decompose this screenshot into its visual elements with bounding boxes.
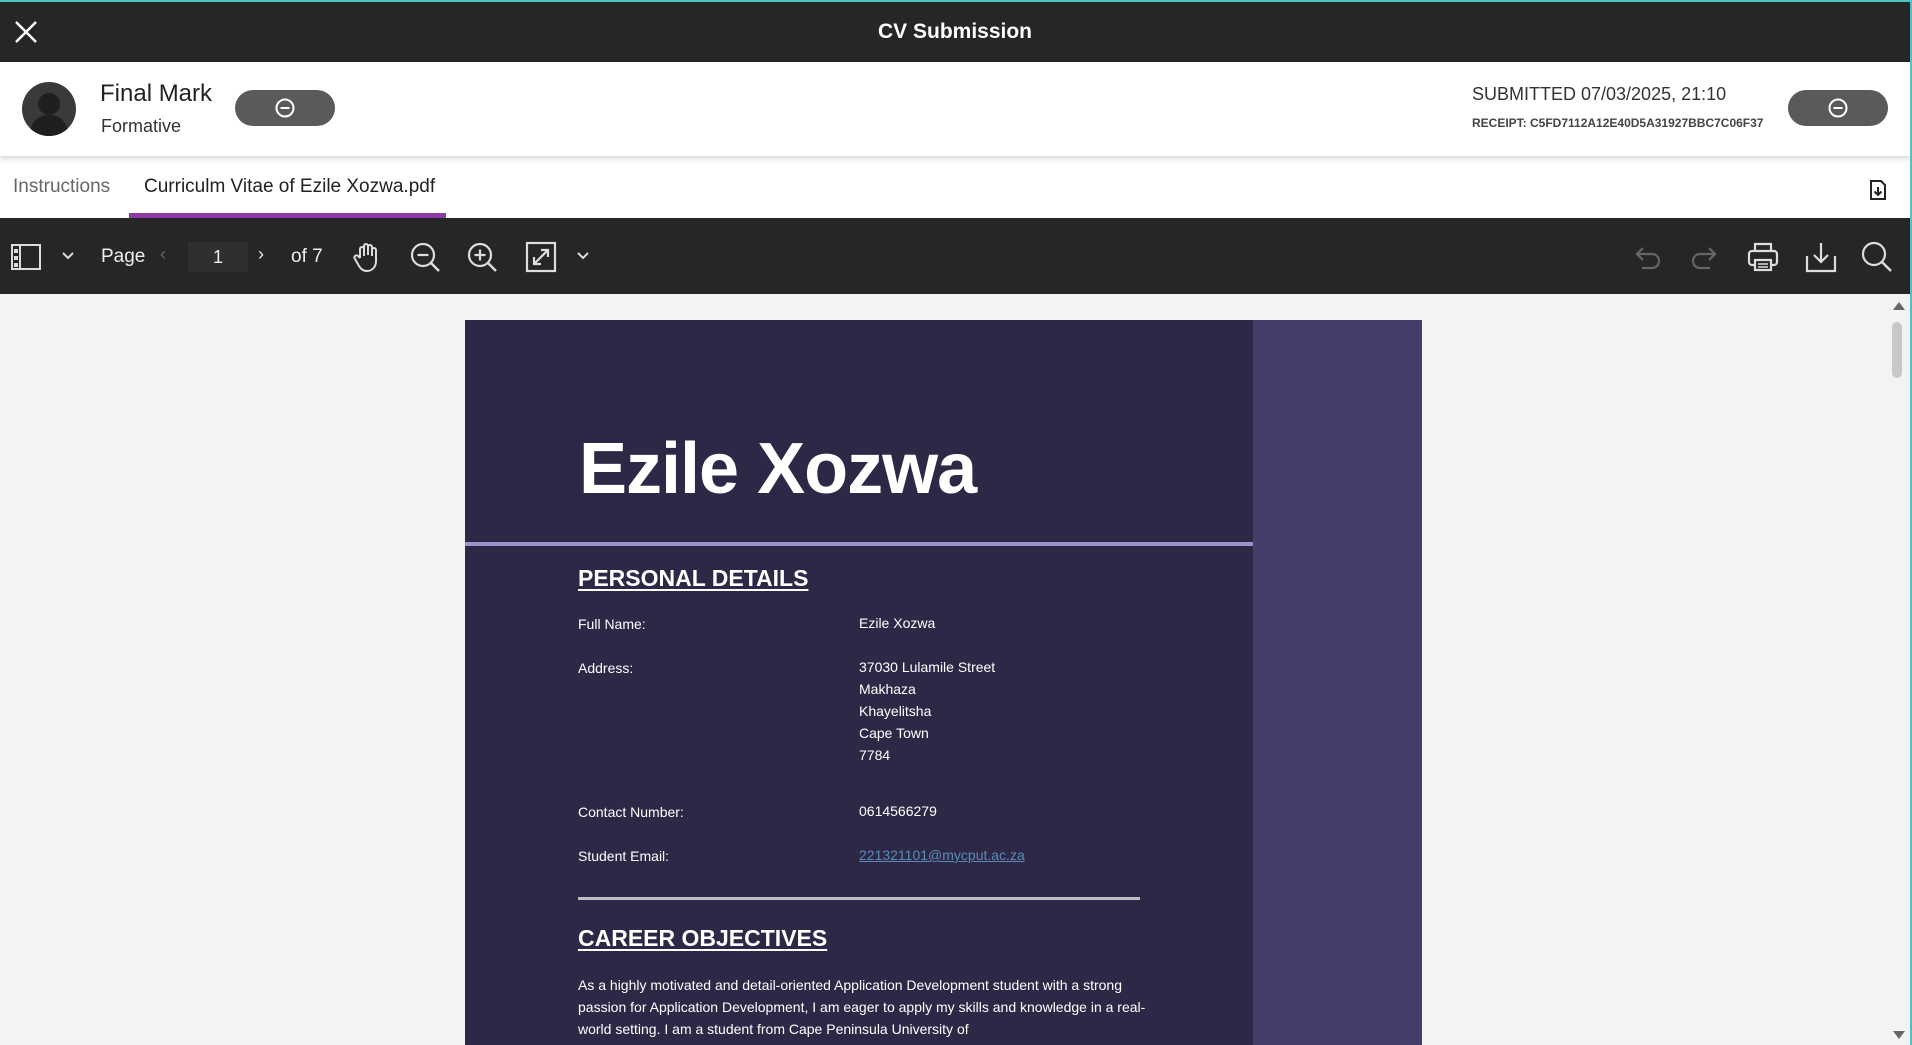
scroll-thumb[interactable]: [1892, 322, 1902, 378]
full-name-value: Ezile Xozwa: [859, 615, 936, 631]
chevron-down-icon[interactable]: [575, 248, 591, 264]
window-title: CV Submission: [877, 20, 1033, 43]
tab-cv-pdf[interactable]: Curriculm Vitae of Ezile Xozwa.pdf: [144, 176, 435, 198]
divider: [465, 542, 1253, 546]
title-bar: CV Submission: [0, 2, 1910, 62]
minus-circle-icon: [1828, 98, 1848, 118]
personal-details-heading: PERSONAL DETAILS: [578, 565, 809, 591]
attempt-pill-button[interactable]: [1788, 90, 1888, 126]
divider: [578, 897, 1140, 900]
cv-name-heading: Ezile Xozwa: [579, 429, 977, 509]
minus-circle-icon: [275, 98, 295, 118]
next-page-button[interactable]: ›: [258, 244, 264, 265]
contact-value: 0614566279: [859, 803, 937, 819]
pdf-page: Ezile Xozwa PERSONAL DETAILS Full Name: …: [465, 320, 1422, 1045]
avatar: [22, 82, 76, 136]
print-icon[interactable]: [1746, 240, 1780, 274]
pdf-toolbar: Page ‹ › of 7: [0, 218, 1910, 294]
undo-icon[interactable]: [1630, 240, 1664, 274]
contact-label: Contact Number:: [578, 804, 684, 820]
address-line: Khayelitsha: [859, 703, 932, 719]
grade-pill-button[interactable]: [235, 90, 335, 126]
app-window: CV Submission Final Mark Formative SUBMI…: [0, 2, 1910, 1045]
submitted-timestamp: SUBMITTED 07/03/2025, 21:10: [1472, 84, 1727, 104]
pdf-side-panel: [1253, 320, 1422, 1045]
zoom-out-icon[interactable]: [408, 240, 442, 274]
vertical-scrollbar[interactable]: [1888, 294, 1910, 1045]
full-name-label: Full Name:: [578, 616, 646, 632]
page-total: of 7: [291, 246, 323, 267]
address-line: 37030 Lulamile Street: [859, 659, 996, 675]
scroll-down-arrow[interactable]: [1893, 1031, 1905, 1039]
address-line: Makhaza: [859, 681, 916, 697]
sidebar-toggle-icon[interactable]: [10, 240, 42, 274]
scroll-up-arrow[interactable]: [1893, 302, 1905, 310]
address-value: 37030 Lulamile Street Makhaza Khayelitsh…: [859, 656, 995, 766]
pdf-viewer[interactable]: Ezile Xozwa PERSONAL DETAILS Full Name: …: [0, 294, 1910, 1045]
address-label: Address:: [578, 660, 634, 676]
prev-page-button[interactable]: ‹: [160, 244, 166, 265]
chevron-down-icon[interactable]: [60, 248, 76, 264]
redo-icon[interactable]: [1688, 240, 1722, 274]
final-mark-title: Final Mark: [100, 80, 213, 107]
career-objectives-heading: CAREER OBJECTIVES: [578, 925, 828, 951]
receipt-id: RECEIPT: C5FD7112A12E40D5A31927BBC7C06F3…: [1472, 116, 1764, 130]
mark-subtitle: Formative: [101, 116, 182, 136]
page-number-input[interactable]: [188, 242, 248, 272]
career-objectives-text: As a highly motivated and detail-oriente…: [578, 977, 1146, 1037]
search-icon[interactable]: [1860, 240, 1894, 274]
download-file-icon[interactable]: [1866, 178, 1890, 202]
address-line: 7784: [859, 747, 891, 763]
page-label: Page: [101, 246, 146, 267]
zoom-in-icon[interactable]: [465, 240, 499, 274]
submission-header: Final Mark Formative SUBMITTED 07/03/202…: [0, 62, 1910, 156]
email-link[interactable]: 221321101@mycput.ac.za: [859, 844, 1025, 866]
tab-instructions[interactable]: Instructions: [13, 176, 110, 198]
tab-bar: Instructions Curriculm Vitae of Ezile Xo…: [0, 156, 1910, 218]
email-label: Student Email:: [578, 848, 670, 864]
user-silhouette-icon: [30, 93, 68, 136]
fit-page-icon[interactable]: [524, 240, 558, 274]
address-line: Cape Town: [859, 725, 929, 741]
download-icon[interactable]: [1804, 240, 1838, 274]
hand-tool-icon[interactable]: [350, 240, 384, 274]
